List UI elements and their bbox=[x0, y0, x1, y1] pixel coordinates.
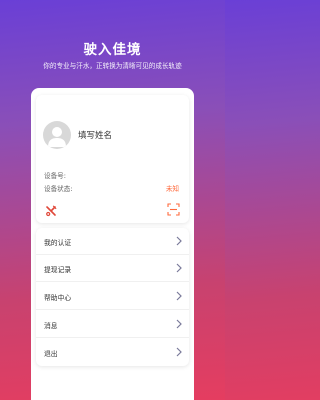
menu-item-messages[interactable]: 消息 bbox=[36, 311, 189, 338]
device-id-label: 设备号: bbox=[44, 172, 67, 180]
menu-item-label: 我的认证 bbox=[44, 239, 72, 247]
chevron-right-icon bbox=[176, 263, 182, 273]
menu-item-label: 提现记录 bbox=[44, 266, 72, 274]
chevron-right-icon bbox=[176, 347, 182, 357]
chevron-right-icon bbox=[176, 236, 182, 246]
main-card: 填写姓名 设备号: 设备状态: 未知 我的认证 提现记录 帮助中心 消息 退出 bbox=[31, 88, 194, 400]
device-status-label: 设备状态: bbox=[44, 185, 73, 193]
hero-subtitle: 你的专业与汗水，正转换为清晰可见的成长轨迹 bbox=[43, 62, 182, 70]
menu-item-help-center[interactable]: 帮助中心 bbox=[36, 283, 189, 310]
menu-item-logout[interactable]: 退出 bbox=[36, 339, 189, 366]
menu-item-withdrawal-records[interactable]: 提现记录 bbox=[36, 255, 189, 282]
device-status-value: 未知 bbox=[165, 185, 179, 193]
menu-item-certification[interactable]: 我的认证 bbox=[36, 228, 189, 255]
chevron-right-icon bbox=[176, 319, 182, 329]
menu-item-label: 帮助中心 bbox=[44, 294, 72, 302]
name-field[interactable]: 填写姓名 bbox=[78, 129, 112, 141]
scan-icon[interactable] bbox=[167, 201, 180, 216]
menu-item-label: 退出 bbox=[44, 350, 58, 358]
chevron-right-icon bbox=[176, 291, 182, 301]
menu-list: 我的认证 提现记录 帮助中心 消息 退出 bbox=[36, 228, 189, 366]
tools-icon[interactable] bbox=[45, 202, 57, 217]
hero-title: 驶入佳境 bbox=[83, 42, 142, 58]
person-avatar-icon[interactable] bbox=[43, 121, 71, 149]
profile-panel: 填写姓名 设备号: 设备状态: 未知 bbox=[36, 95, 189, 223]
menu-item-label: 消息 bbox=[44, 322, 58, 330]
